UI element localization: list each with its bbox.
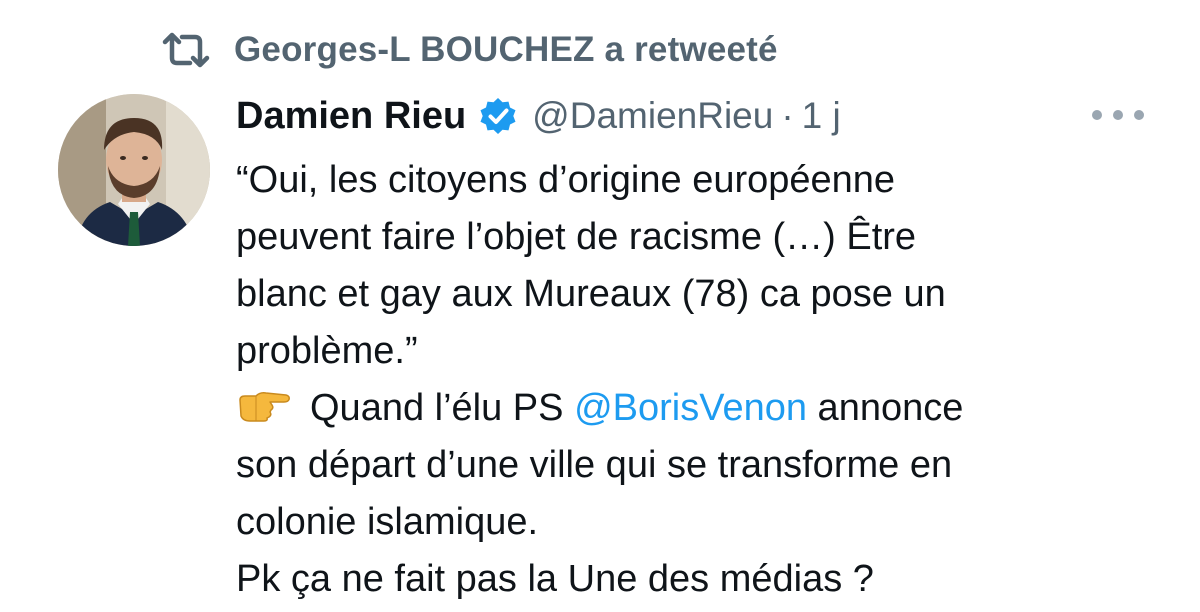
retweeted-by-label: Georges-L BOUCHEZ a retweeté bbox=[234, 30, 778, 69]
more-options-icon[interactable] bbox=[1092, 100, 1144, 130]
avatar-image bbox=[58, 94, 210, 246]
mention-line-text-after: annonce bbox=[807, 387, 964, 429]
tweet-text-line: colonie islamique. bbox=[236, 501, 539, 543]
retweet-icon bbox=[162, 32, 210, 68]
tweet-header: Damien Rieu @DamienRieu · 1 j bbox=[236, 90, 841, 142]
author-name[interactable]: Damien Rieu bbox=[236, 95, 466, 138]
tweet-timestamp[interactable]: 1 j bbox=[802, 95, 841, 137]
mention-link[interactable]: @BorisVenon bbox=[574, 387, 807, 429]
pointing-right-hand-icon bbox=[239, 392, 290, 422]
author-handle[interactable]: @DamienRieu bbox=[532, 95, 773, 137]
tweet-text-line: “Oui, les citoyens d’origine européenne bbox=[236, 159, 896, 201]
separator-dot: · bbox=[781, 95, 794, 136]
verified-badge-icon bbox=[480, 98, 516, 134]
tweet-text-line-mention: Quand l’élu PS @BorisVenon annonce bbox=[236, 380, 1176, 437]
tweet-text-line: peuvent faire l’objet de racisme (…) Êtr… bbox=[236, 216, 917, 258]
tweet-text-line: Pk ça ne fait pas la Une des médias ? bbox=[236, 558, 874, 600]
tweet-text-line: blanc et gay aux Mureaux (78) ca pose un bbox=[236, 273, 946, 315]
more-dot bbox=[1134, 110, 1144, 120]
more-dot bbox=[1092, 110, 1102, 120]
tweet-text-line: problème.” bbox=[236, 330, 418, 372]
avatar[interactable] bbox=[58, 94, 210, 246]
more-dot bbox=[1113, 110, 1123, 120]
tweet-text-line: son départ d’une ville qui se transforme… bbox=[236, 444, 953, 486]
tweet-text: “Oui, les citoyens d’origine européenne … bbox=[236, 152, 1176, 608]
mention-line-text-before: Quand l’élu PS bbox=[310, 387, 575, 429]
retweet-context[interactable]: Georges-L BOUCHEZ a retweeté bbox=[160, 28, 778, 72]
